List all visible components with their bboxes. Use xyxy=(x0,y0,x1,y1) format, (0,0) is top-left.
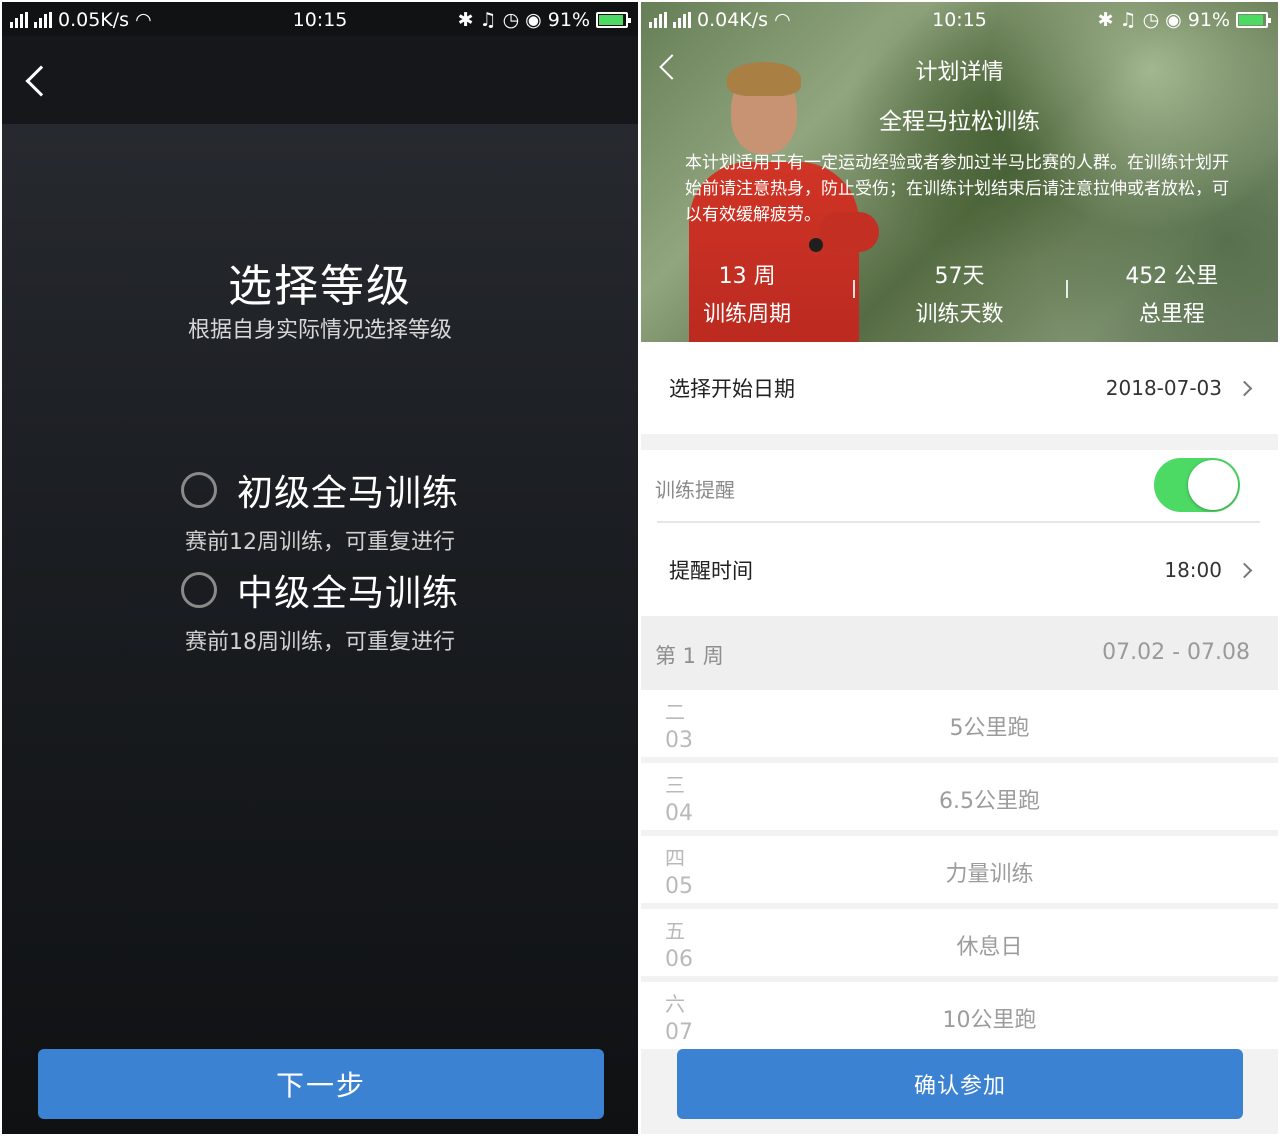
battery-icon xyxy=(596,12,631,28)
start-date-value: 2018-07-03 xyxy=(1105,376,1222,400)
plan-name: 全程马拉松训练 xyxy=(879,109,1040,135)
page-title: 选择等级 xyxy=(228,261,412,312)
day-task: 6.5公里跑 xyxy=(939,789,1040,814)
day-task: 力量训练 xyxy=(945,862,1034,887)
battery-percent: 91% xyxy=(1187,9,1230,31)
day-row[interactable]: 六 07 10公里跑 xyxy=(641,982,1278,1052)
day-row[interactable]: 四 05 力量训练 xyxy=(641,836,1278,906)
day-of-week: 四 xyxy=(665,846,685,870)
week-header: 第 1 周 07.02 - 07.08 xyxy=(641,616,1278,690)
toggle-knob xyxy=(1188,460,1238,510)
start-date-row[interactable]: 选择开始日期 2018-07-03 xyxy=(641,342,1278,434)
back-arrow-icon[interactable] xyxy=(25,65,57,97)
stat-label: 训练天数 xyxy=(915,302,1004,327)
level-select-screen: 0.05K/s ◠ 10:15 ✱ ♫ ◷ ◉ 91% 选择等级 根据自身实际情… xyxy=(2,2,638,1134)
reminder-time-label: 提醒时间 xyxy=(669,559,753,583)
start-date-label: 选择开始日期 xyxy=(669,377,795,401)
stat-value: 13 周 xyxy=(718,264,776,289)
battery-icon xyxy=(1236,12,1271,28)
day-row[interactable]: 三 04 6.5公里跑 xyxy=(641,763,1278,833)
stat-label: 总里程 xyxy=(1138,302,1205,327)
alarm-icon: ◷ xyxy=(502,9,520,31)
plan-stats: 13 周 训练周期 57天 训练天数 452 公里 总里程 xyxy=(641,258,1278,328)
option-description: 赛前18周训练，可重复进行 xyxy=(185,630,455,655)
reminder-toggle[interactable] xyxy=(1154,458,1240,512)
bluetooth-icon: ✱ xyxy=(457,9,474,31)
nav-bar xyxy=(2,36,638,124)
mute-icon: ♫ xyxy=(1119,9,1137,31)
radio-icon[interactable] xyxy=(180,472,217,508)
day-task: 5公里跑 xyxy=(949,716,1030,741)
alarm-icon: ◷ xyxy=(1142,9,1160,31)
stat-label: 训练周期 xyxy=(703,302,792,327)
location-icon: ◉ xyxy=(525,9,542,31)
reminder-time-value: 18:00 xyxy=(1164,558,1222,582)
day-of-week: 六 xyxy=(665,992,685,1016)
level-option-beginner[interactable]: 初级全马训练 赛前12周训练，可重复进行 xyxy=(2,464,638,556)
day-of-week: 五 xyxy=(665,919,685,943)
day-task: 10公里跑 xyxy=(942,1008,1037,1033)
stat-value: 57天 xyxy=(934,264,985,289)
divider xyxy=(657,521,1260,523)
option-label: 中级全马训练 xyxy=(236,573,459,614)
confirm-join-button[interactable]: 确认参加 xyxy=(677,1049,1243,1119)
status-bar: 0.05K/s ◠ 10:15 ✱ ♫ ◷ ◉ 91% xyxy=(2,2,638,36)
battery-percent: 91% xyxy=(547,9,590,31)
stat-total-distance: 452 公里 总里程 xyxy=(1065,258,1278,328)
page-subtitle: 根据自身实际情况选择等级 xyxy=(187,318,452,343)
mute-icon: ♫ xyxy=(479,9,497,31)
day-date: 05 xyxy=(665,874,693,899)
day-row[interactable]: 二 03 5公里跑 xyxy=(641,690,1278,760)
day-of-week: 三 xyxy=(665,773,685,797)
plan-description: 本计划适用于有一定运动经验或者参加过半马比赛的人群。在训练计划开始前请注意热身，… xyxy=(685,153,1229,225)
level-option-intermediate[interactable]: 中级全马训练 赛前18周训练，可重复进行 xyxy=(2,564,638,656)
week-label: 第 1 周 xyxy=(655,644,724,668)
bluetooth-icon: ✱ xyxy=(1097,9,1114,31)
plan-detail-screen: 0.04K/s ◠ 10:15 ✱ ♫ ◷ ◉ 91% 计划详情 全程马拉松训练… xyxy=(641,2,1278,1134)
option-label: 初级全马训练 xyxy=(236,473,459,514)
day-row[interactable]: 五 06 休息日 xyxy=(641,909,1278,979)
reminder-section: 训练提醒 提醒时间 18:00 xyxy=(641,450,1278,616)
day-date: 04 xyxy=(665,801,693,826)
day-date: 03 xyxy=(665,728,693,753)
page-title: 计划详情 xyxy=(915,60,1004,85)
radio-icon[interactable] xyxy=(180,572,217,608)
stat-training-period: 13 周 训练周期 xyxy=(641,258,853,328)
location-icon: ◉ xyxy=(1165,9,1182,31)
day-task: 休息日 xyxy=(956,935,1023,960)
stat-training-days: 57天 训练天数 xyxy=(853,258,1065,328)
reminder-time-row[interactable]: 提醒时间 18:00 xyxy=(641,524,1278,616)
chevron-right-icon xyxy=(1236,562,1253,578)
next-button[interactable]: 下一步 xyxy=(38,1049,604,1119)
day-date: 07 xyxy=(665,1020,693,1045)
plan-hero-banner: 0.04K/s ◠ 10:15 ✱ ♫ ◷ ◉ 91% 计划详情 全程马拉松训练… xyxy=(641,2,1278,342)
day-date: 06 xyxy=(665,947,693,972)
reminder-label: 训练提醒 xyxy=(655,478,735,502)
week-range: 07.02 - 07.08 xyxy=(1102,640,1250,665)
option-description: 赛前12周训练，可重复进行 xyxy=(185,530,455,555)
chevron-right-icon xyxy=(1236,380,1253,396)
day-of-week: 二 xyxy=(665,700,685,724)
status-bar: 0.04K/s ◠ 10:15 ✱ ♫ ◷ ◉ 91% xyxy=(641,2,1278,36)
stat-value: 452 公里 xyxy=(1125,264,1219,289)
